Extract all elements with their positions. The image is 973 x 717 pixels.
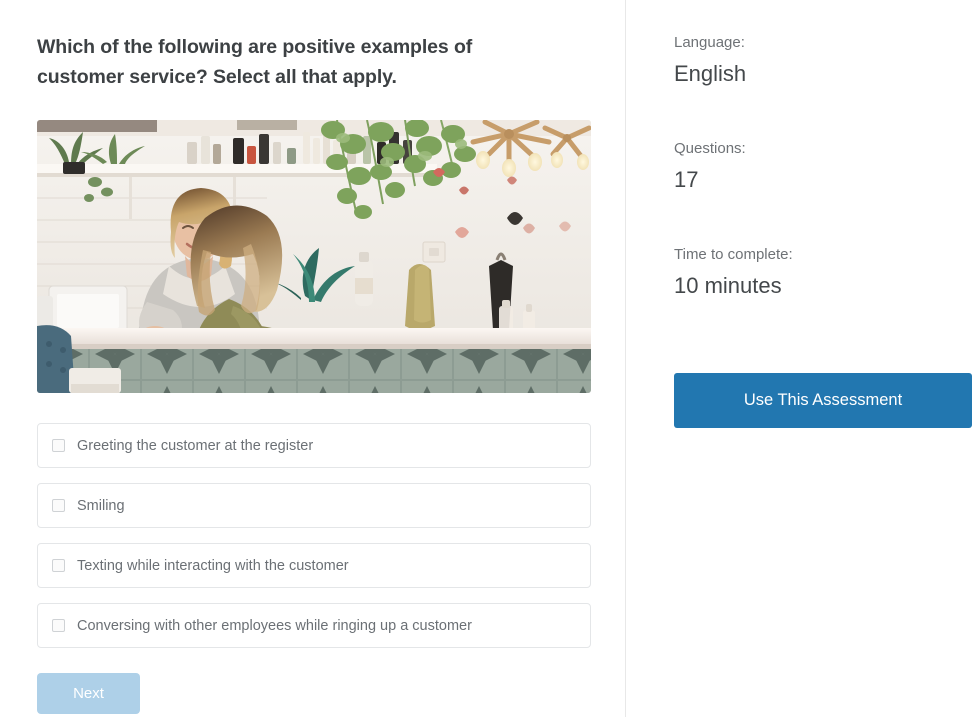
option-checkbox[interactable]: [52, 499, 65, 512]
questions-block: Questions: 17: [674, 139, 746, 194]
language-label: Language:: [674, 34, 745, 51]
option-label: Conversing with other employees while ri…: [77, 617, 472, 634]
option-checkbox[interactable]: [52, 439, 65, 452]
option-label: Texting while interacting with the custo…: [77, 557, 349, 574]
question-panel: Which of the following are positive exam…: [0, 0, 625, 717]
option-checkbox[interactable]: [52, 619, 65, 632]
assessment-preview-page: Which of the following are positive exam…: [0, 0, 973, 717]
use-this-assessment-button[interactable]: Use This Assessment: [674, 373, 972, 428]
option-row[interactable]: Texting while interacting with the custo…: [37, 543, 591, 588]
salon-counter-photo-illustration: [37, 120, 591, 393]
answer-options-list: Greeting the customer at the register Sm…: [37, 423, 591, 663]
option-row[interactable]: Smiling: [37, 483, 591, 528]
option-label: Smiling: [77, 497, 125, 514]
next-button[interactable]: Next: [37, 673, 140, 714]
questions-label: Questions:: [674, 140, 746, 157]
time-to-complete-label: Time to complete:: [674, 246, 793, 263]
time-to-complete-value: 10 minutes: [674, 273, 782, 298]
option-label: Greeting the customer at the register: [77, 437, 314, 454]
question-image: [37, 120, 591, 393]
question-title: Which of the following are positive exam…: [37, 36, 473, 88]
questions-value: 17: [674, 167, 699, 192]
option-row[interactable]: Greeting the customer at the register: [37, 423, 591, 468]
assessment-meta-panel: Language: English Questions: 17 Time to …: [626, 0, 973, 717]
option-checkbox[interactable]: [52, 559, 65, 572]
time-to-complete-block: Time to complete: 10 minutes: [674, 245, 793, 300]
language-value: English: [674, 61, 747, 86]
language-block: Language: English: [674, 33, 746, 88]
option-row[interactable]: Conversing with other employees while ri…: [37, 603, 591, 648]
